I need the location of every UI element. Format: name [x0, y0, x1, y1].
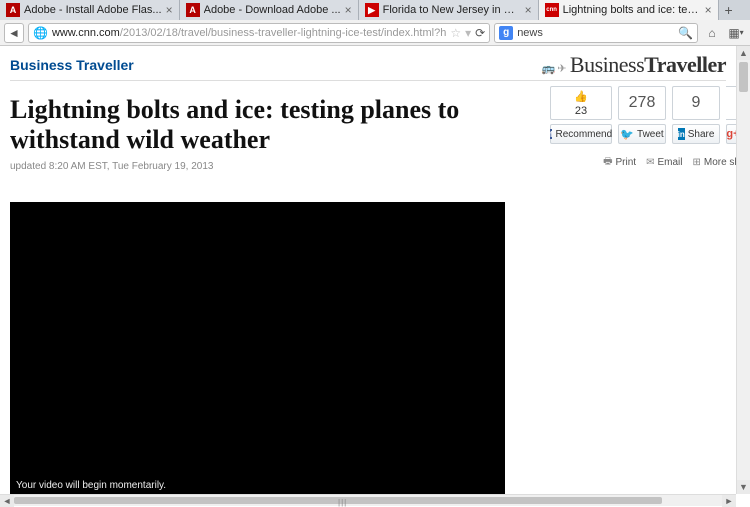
adobe-favicon-icon: A: [186, 3, 200, 17]
vertical-scroll-thumb[interactable]: [739, 62, 748, 92]
youtube-favicon-icon: ▶: [365, 3, 379, 17]
print-button[interactable]: 🖶 Print: [603, 154, 636, 171]
scroll-right-button[interactable]: ►: [722, 495, 736, 507]
thumbs-up-icon: 👍: [574, 90, 588, 103]
print-label: Print: [616, 157, 637, 168]
menu-grid-icon: ▦: [728, 26, 739, 40]
article-utility-row: 🖶 Print ✉ Email ⊞ More sh: [603, 154, 736, 171]
print-icon: 🖶: [603, 154, 612, 171]
tab-label: Florida to New Jersey in 15...: [383, 4, 521, 16]
browser-tab-0[interactable]: A Adobe - Install Adobe Flas... ×: [0, 0, 180, 20]
google-engine-icon[interactable]: g: [499, 26, 513, 40]
more-label: More sh: [704, 157, 736, 168]
twitter-icon: 🐦: [620, 128, 634, 141]
horizontal-scrollbar[interactable]: ◄ ||| ►: [0, 494, 736, 506]
back-button[interactable]: ◄: [4, 23, 24, 43]
browser-navbar: ◄ 🌐 www.cnn.com/2013/02/18/travel/busine…: [0, 20, 750, 46]
article-page: Business Traveller 🚌 ✈BusinessTraveller …: [0, 46, 736, 494]
url-bar[interactable]: 🌐 www.cnn.com/2013/02/18/travel/business…: [28, 23, 490, 43]
tweet-count: 278: [629, 94, 656, 112]
home-icon: ⌂: [708, 26, 715, 40]
url-host: www.cnn.com: [52, 27, 120, 39]
scroll-left-button[interactable]: ◄: [0, 495, 14, 507]
horizontal-scroll-thumb[interactable]: |||: [14, 497, 662, 504]
video-player[interactable]: Your video will begin momentarily.: [10, 202, 505, 494]
tweet-count-box[interactable]: 278: [618, 86, 666, 120]
reload-icon[interactable]: ⟳: [475, 26, 485, 40]
browser-tab-3[interactable]: cnn Lightning bolts and ice: test... ×: [539, 0, 719, 20]
home-button[interactable]: ⌂: [702, 23, 722, 43]
browser-tabstrip: A Adobe - Install Adobe Flas... × A Adob…: [0, 0, 750, 20]
new-tab-button[interactable]: +: [719, 0, 739, 20]
gplus-icon: [731, 97, 734, 109]
video-status-text: Your video will begin momentarily.: [16, 480, 166, 491]
browser-tab-2[interactable]: ▶ Florida to New Jersey in 15... ×: [359, 0, 539, 20]
email-icon: ✉: [646, 157, 654, 168]
gplus-icon: g+: [726, 128, 736, 140]
scroll-up-button[interactable]: ▲: [737, 46, 750, 60]
more-share-button[interactable]: ⊞ More sh: [692, 154, 736, 171]
email-label: Email: [657, 157, 682, 168]
share-buttons-row: f Recommend 🐦 Tweet in Share g+: [550, 124, 736, 144]
adobe-favicon-icon: A: [6, 3, 20, 17]
tab-label: Adobe - Download Adobe ...: [204, 4, 341, 16]
tab-label: Adobe - Install Adobe Flas...: [24, 4, 162, 16]
recommend-label: Recommend: [555, 129, 612, 140]
share-counts-row: 👍 23 278 9: [550, 86, 736, 120]
linkedin-count: 9: [692, 94, 701, 112]
scroll-down-button[interactable]: ▼: [737, 480, 750, 494]
gplus-share-button[interactable]: g+: [726, 124, 736, 144]
url-path: /2013/02/18/travel/business-traveller-li…: [120, 27, 447, 39]
brand-bold: Traveller: [644, 52, 726, 77]
article-headline: Lightning bolts and ice: testing planes …: [10, 95, 480, 155]
page-viewport: Business Traveller 🚌 ✈BusinessTraveller …: [0, 46, 736, 494]
browser-tab-1[interactable]: A Adobe - Download Adobe ... ×: [180, 0, 359, 20]
share-label: Share: [688, 129, 715, 140]
search-icon[interactable]: 🔍: [678, 26, 693, 40]
section-header: Business Traveller 🚌 ✈ BusinessTraveller: [10, 52, 726, 81]
scroll-grip-icon: |||: [338, 498, 348, 504]
horizontal-scroll-track[interactable]: |||: [14, 497, 722, 504]
url-text: www.cnn.com/2013/02/18/travel/business-t…: [52, 27, 446, 39]
chevron-down-icon: ▾: [740, 28, 744, 37]
tweet-button[interactable]: 🐦 Tweet: [618, 124, 666, 144]
close-icon[interactable]: ×: [345, 3, 352, 17]
fb-recommend-button[interactable]: f Recommend: [550, 124, 612, 144]
more-icon: ⊞: [692, 157, 700, 168]
email-button[interactable]: ✉ Email: [646, 154, 682, 171]
bookmark-star-icon[interactable]: ☆: [450, 26, 461, 40]
brand-thin: Business: [570, 52, 644, 77]
transport-icons: 🚌 ✈: [542, 63, 566, 75]
browser-search-box[interactable]: g news 🔍: [494, 23, 698, 43]
globe-icon: 🌐: [33, 26, 48, 40]
tweet-label: Tweet: [637, 129, 664, 140]
cnn-favicon-icon: cnn: [545, 3, 559, 17]
fb-like-count: 23: [575, 105, 587, 117]
fb-like-count-box[interactable]: 👍 23: [550, 86, 612, 120]
linkedin-share-button[interactable]: in Share: [672, 124, 720, 144]
share-column: 👍 23 278 9 f Recommend: [550, 86, 736, 144]
search-query: news: [517, 27, 674, 39]
linkedin-count-box[interactable]: 9: [672, 86, 720, 120]
arrow-left-icon: ◄: [8, 26, 20, 40]
linkedin-icon: in: [678, 128, 685, 140]
gplus-count-box[interactable]: [726, 86, 736, 120]
close-icon[interactable]: ×: [705, 3, 712, 17]
brand-logo: 🚌 ✈ BusinessTraveller: [542, 52, 726, 78]
close-icon[interactable]: ×: [525, 3, 532, 17]
dropdown-icon[interactable]: ▾: [465, 26, 471, 40]
tab-label: Lightning bolts and ice: test...: [563, 4, 701, 16]
menu-button[interactable]: ▦ ▾: [726, 23, 746, 43]
vertical-scrollbar[interactable]: ▲ ▼: [736, 46, 750, 494]
facebook-icon: f: [550, 129, 553, 139]
close-icon[interactable]: ×: [166, 3, 173, 17]
section-link[interactable]: Business Traveller: [10, 57, 134, 73]
